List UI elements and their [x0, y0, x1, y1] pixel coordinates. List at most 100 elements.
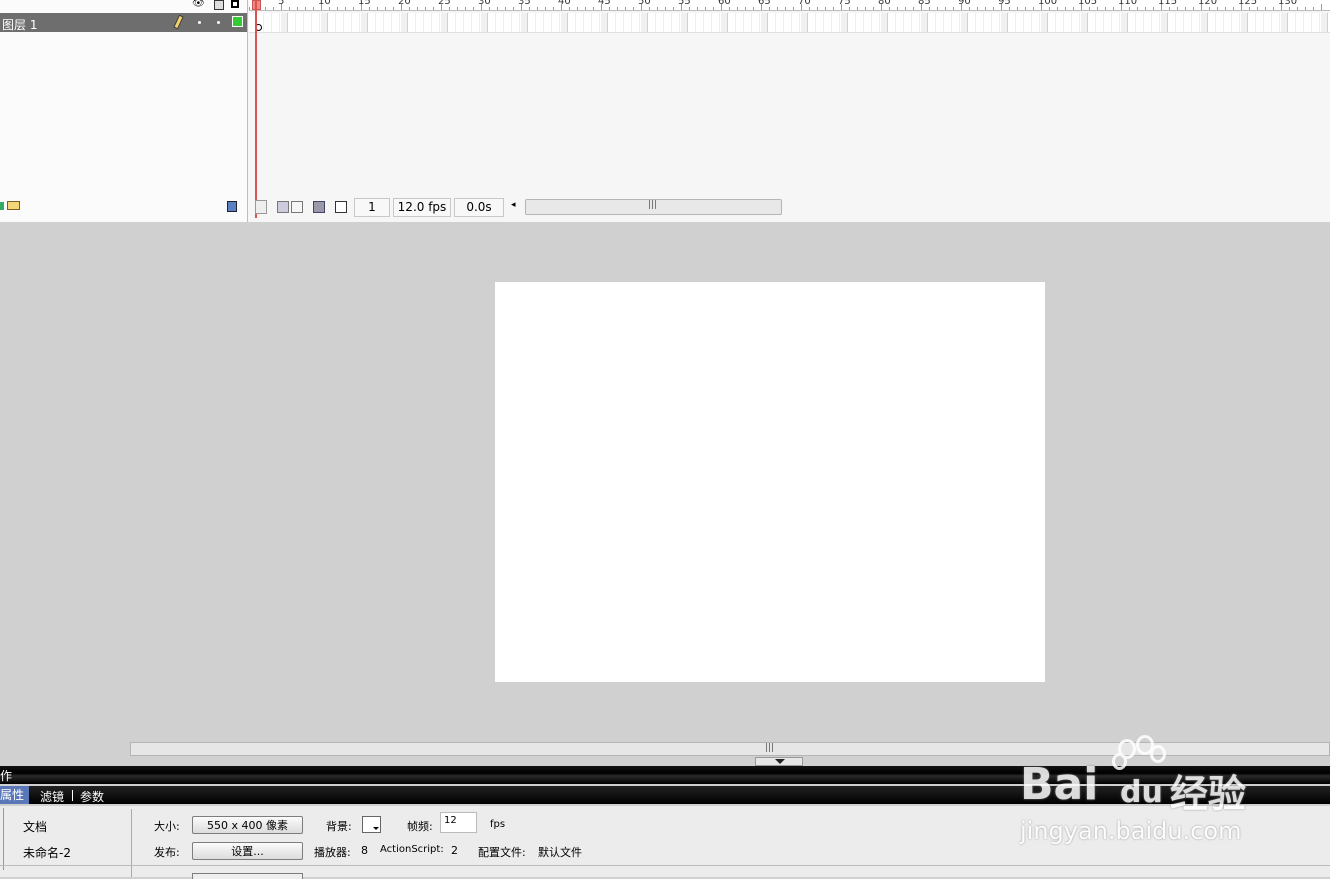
- frame-cell[interactable]: [1073, 13, 1080, 32]
- frame-cell[interactable]: [369, 13, 376, 32]
- frame-cell[interactable]: [1145, 13, 1152, 32]
- add-folder-icon[interactable]: [7, 201, 20, 210]
- frame-cell[interactable]: [857, 13, 864, 32]
- size-button[interactable]: 550 x 400 像素: [192, 816, 303, 834]
- frame-cell[interactable]: [601, 13, 608, 32]
- frame-cell[interactable]: [969, 13, 976, 32]
- frame-cell[interactable]: [425, 13, 432, 32]
- visibility-dot-icon[interactable]: [198, 21, 201, 24]
- frame-ruler[interactable]: 5 10 15 20 25 30 35 40 45 50 55 60 65 70 75 80 85 90 95 100…: [249, 0, 1330, 11]
- tab-parameters[interactable]: 参数: [80, 788, 104, 805]
- frame-cell[interactable]: [393, 13, 400, 32]
- edit-multiple-frames-icon[interactable]: [313, 201, 325, 213]
- frame-cell[interactable]: [633, 13, 640, 32]
- frame-cell[interactable]: [481, 13, 488, 32]
- frame-cell[interactable]: [465, 13, 472, 32]
- frame-cell[interactable]: [361, 13, 368, 32]
- lock-icon[interactable]: [214, 0, 224, 10]
- frame-cell[interactable]: [1009, 13, 1016, 32]
- frame-cell[interactable]: [977, 13, 984, 32]
- frame-cell[interactable]: [953, 13, 960, 32]
- timeline-scrollbar[interactable]: |||: [525, 199, 782, 215]
- frame-cell[interactable]: [1161, 13, 1168, 32]
- onion-skin-icon[interactable]: [277, 201, 289, 213]
- frame-cell[interactable]: [817, 13, 824, 32]
- frame-cell[interactable]: [897, 13, 904, 32]
- frame-cell[interactable]: [801, 13, 808, 32]
- frame-cell[interactable]: [617, 13, 624, 32]
- frame-cell[interactable]: [609, 13, 616, 32]
- frame-cell[interactable]: [809, 13, 816, 32]
- frame-cell[interactable]: [337, 13, 344, 32]
- frame-cell[interactable]: [537, 13, 544, 32]
- frame-cell[interactable]: [289, 13, 296, 32]
- frame-cell[interactable]: [1281, 13, 1288, 32]
- settings-button[interactable]: 设置...: [192, 842, 303, 860]
- frame-cell[interactable]: [521, 13, 528, 32]
- frame-cell[interactable]: [505, 13, 512, 32]
- frame-cell[interactable]: [1233, 13, 1240, 32]
- frame-cell[interactable]: [569, 13, 576, 32]
- frame-cell[interactable]: [1153, 13, 1160, 32]
- frame-cell[interactable]: [1217, 13, 1224, 32]
- frame-cell[interactable]: [665, 13, 672, 32]
- frame-cell[interactable]: [497, 13, 504, 32]
- frame-cell[interactable]: [945, 13, 952, 32]
- add-layer-icon[interactable]: [0, 202, 4, 210]
- scroll-left-icon[interactable]: ◂: [511, 200, 516, 210]
- modify-markers-icon[interactable]: [335, 201, 347, 213]
- frame-cell[interactable]: [697, 13, 704, 32]
- frame-cell[interactable]: [1177, 13, 1184, 32]
- center-frame-icon[interactable]: [255, 200, 267, 214]
- playhead[interactable]: [255, 0, 257, 218]
- frame-cell[interactable]: [489, 13, 496, 32]
- frame-cell[interactable]: [729, 13, 736, 32]
- frame-cell[interactable]: [657, 13, 664, 32]
- frame-cell[interactable]: [841, 13, 848, 32]
- frame-cell[interactable]: [777, 13, 784, 32]
- frame-cell[interactable]: [1273, 13, 1280, 32]
- frame-cell[interactable]: [753, 13, 760, 32]
- frame-cell[interactable]: [1065, 13, 1072, 32]
- frame-cell[interactable]: [673, 13, 680, 32]
- frame-cell[interactable]: [905, 13, 912, 32]
- panel-collapse-button[interactable]: [755, 757, 803, 766]
- frame-cell[interactable]: [825, 13, 832, 32]
- frame-cell[interactable]: [329, 13, 336, 32]
- frame-cell[interactable]: [545, 13, 552, 32]
- frame-cell[interactable]: [1185, 13, 1192, 32]
- frame-cell[interactable]: [1081, 13, 1088, 32]
- frame-cell[interactable]: [1305, 13, 1312, 32]
- frame-cell[interactable]: [769, 13, 776, 32]
- frame-cell[interactable]: [1057, 13, 1064, 32]
- frame-cell[interactable]: [1025, 13, 1032, 32]
- frame-rate[interactable]: 12.0 fps: [393, 198, 451, 217]
- actions-title[interactable]: 动作: [0, 767, 12, 784]
- frame-cell[interactable]: [321, 13, 328, 32]
- frame-cell[interactable]: [993, 13, 1000, 32]
- frame-cell[interactable]: [457, 13, 464, 32]
- frame-cell[interactable]: [1321, 13, 1328, 32]
- frame-cell[interactable]: [561, 13, 568, 32]
- lock-dot-icon[interactable]: [217, 21, 220, 24]
- frame-cell[interactable]: [1241, 13, 1248, 32]
- frame-cell[interactable]: [1121, 13, 1128, 32]
- layer-color-box[interactable]: [232, 16, 243, 27]
- frame-cell[interactable]: [689, 13, 696, 32]
- frame-cell[interactable]: [1129, 13, 1136, 32]
- tab-properties[interactable]: 属性: [0, 786, 30, 804]
- frame-cell[interactable]: [1225, 13, 1232, 32]
- frame-cell[interactable]: [553, 13, 560, 32]
- frame-cell[interactable]: [593, 13, 600, 32]
- stage-canvas[interactable]: [495, 282, 1045, 682]
- frame-cell[interactable]: [313, 13, 320, 32]
- eye-icon[interactable]: 👁: [192, 0, 205, 9]
- frame-cell[interactable]: [745, 13, 752, 32]
- frame-cell[interactable]: [513, 13, 520, 32]
- frame-cell[interactable]: [441, 13, 448, 32]
- frame-cell[interactable]: [377, 13, 384, 32]
- framerate-input[interactable]: 12: [440, 812, 477, 833]
- frame-cell[interactable]: [833, 13, 840, 32]
- frame-cell[interactable]: [649, 13, 656, 32]
- frame-cell[interactable]: [401, 13, 408, 32]
